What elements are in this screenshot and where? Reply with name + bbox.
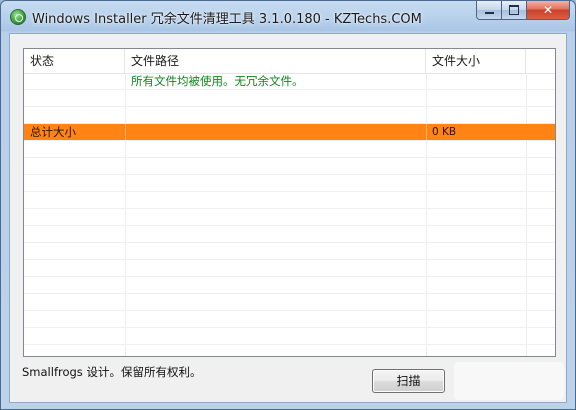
list-header: 状态 文件路径 文件大小 bbox=[24, 49, 555, 74]
table-row[interactable] bbox=[24, 209, 555, 226]
size-cell bbox=[426, 73, 526, 89]
maximize-button[interactable] bbox=[502, 1, 527, 20]
app-icon bbox=[10, 9, 26, 25]
scan-button[interactable]: 扫描 bbox=[372, 369, 445, 393]
minimize-button[interactable] bbox=[476, 1, 502, 20]
credits-text: Smallfrogs 设计。保留所有权利。 bbox=[22, 365, 202, 379]
table-row[interactable] bbox=[24, 328, 555, 345]
close-button[interactable]: ✕ bbox=[527, 1, 570, 20]
table-row[interactable] bbox=[24, 158, 555, 175]
table-row[interactable] bbox=[24, 226, 555, 243]
total-size-value: 0 KB bbox=[432, 126, 457, 138]
total-label: 总计大小 bbox=[30, 125, 76, 139]
column-header-path[interactable]: 文件路径 bbox=[125, 49, 426, 73]
path-cell: 所有文件均被使用。无冗余文件。 bbox=[131, 74, 304, 88]
window-title: Windows Installer 冗余文件清理工具 3.1.0.180 - K… bbox=[32, 12, 422, 27]
table-row[interactable] bbox=[24, 192, 555, 209]
table-row[interactable] bbox=[24, 311, 555, 328]
minimize-icon bbox=[484, 12, 494, 14]
table-row[interactable] bbox=[24, 175, 555, 192]
app-window: Windows Installer 冗余文件清理工具 3.1.0.180 - K… bbox=[0, 0, 576, 410]
total-path-cell bbox=[125, 124, 426, 140]
title-bar[interactable]: Windows Installer 冗余文件清理工具 3.1.0.180 - K… bbox=[1, 1, 575, 33]
table-row[interactable] bbox=[24, 243, 555, 260]
column-header-filler bbox=[526, 49, 555, 73]
table-row[interactable] bbox=[24, 141, 555, 158]
table-row[interactable]: 所有文件均被使用。无冗余文件。 bbox=[24, 73, 555, 90]
column-header-size[interactable]: 文件大小 bbox=[426, 49, 526, 73]
close-icon: ✕ bbox=[542, 3, 554, 17]
status-cell bbox=[24, 73, 125, 89]
column-header-status[interactable]: 状态 bbox=[24, 49, 125, 73]
table-row[interactable] bbox=[24, 294, 555, 311]
table-row[interactable] bbox=[24, 90, 555, 107]
table-row[interactable] bbox=[24, 260, 555, 277]
watermark-overlay bbox=[454, 362, 564, 400]
window-controls: ✕ bbox=[476, 1, 570, 21]
maximize-icon bbox=[509, 5, 519, 15]
client-area: 状态 文件路径 文件大小 所有文件均被使用。无冗余文件。 总计大小 0 KB S… bbox=[9, 33, 567, 403]
file-list[interactable]: 状态 文件路径 文件大小 所有文件均被使用。无冗余文件。 总计大小 0 KB bbox=[23, 48, 556, 357]
total-row[interactable]: 总计大小 0 KB bbox=[24, 124, 555, 141]
table-row[interactable] bbox=[24, 277, 555, 294]
table-row[interactable] bbox=[24, 107, 555, 124]
